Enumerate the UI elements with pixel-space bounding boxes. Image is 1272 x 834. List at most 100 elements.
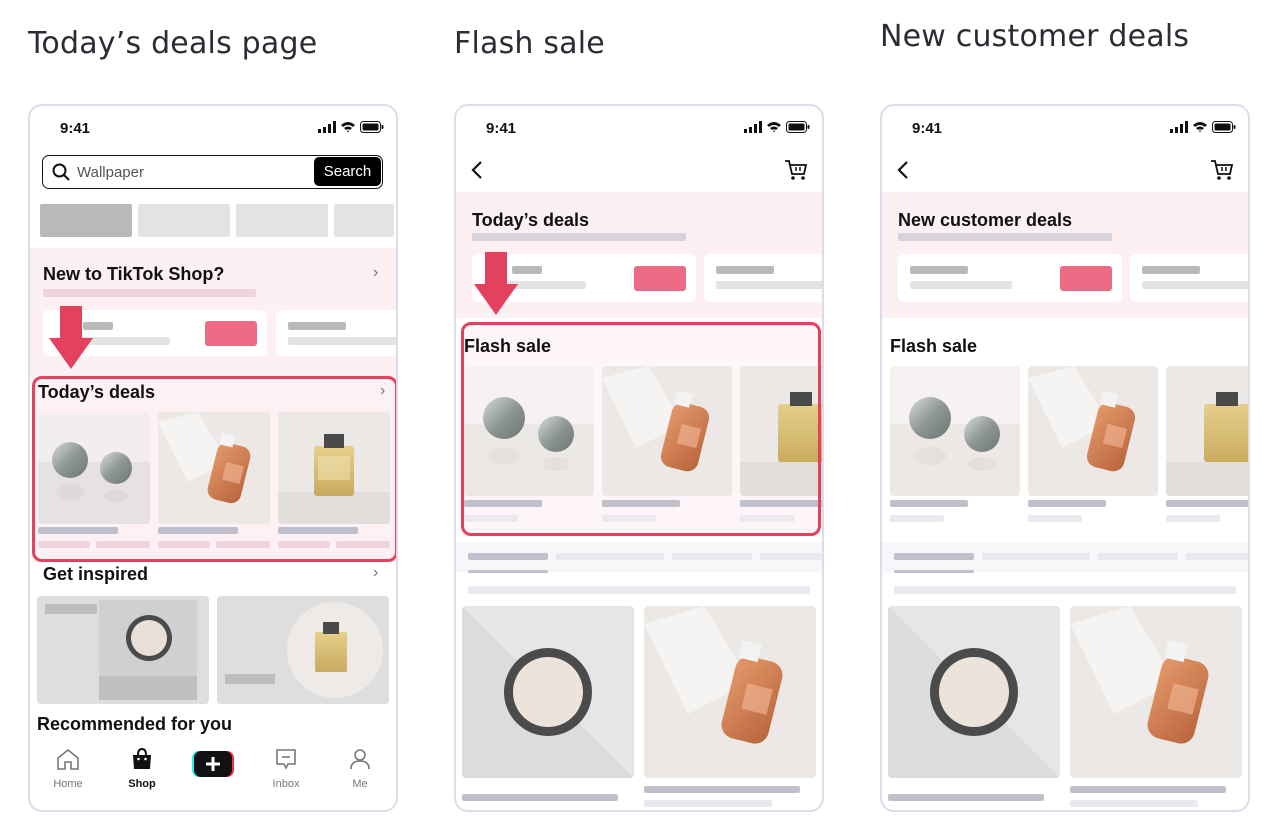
coupon-card[interactable] — [1130, 254, 1248, 302]
coupon-text-placeholder — [716, 266, 774, 274]
tab[interactable] — [1186, 553, 1248, 560]
search-bar[interactable]: Wallpaper Search — [42, 155, 383, 189]
create-button[interactable] — [183, 749, 243, 784]
tab[interactable] — [672, 553, 752, 560]
nav-shop-label: Shop — [128, 778, 156, 790]
get-inspired-title: Get inspired — [43, 564, 149, 584]
coupon-text-placeholder — [1142, 266, 1200, 274]
tab[interactable] — [556, 553, 664, 560]
battery-icon — [786, 121, 810, 133]
bottom-nav: Home Shop Inbox Me — [30, 740, 396, 810]
claim-button[interactable] — [634, 266, 686, 291]
cart-icon[interactable] — [1210, 158, 1234, 182]
nav-shop[interactable]: Shop — [112, 747, 172, 790]
coupon-card[interactable] — [276, 310, 396, 356]
product-name-placeholder — [1028, 500, 1106, 507]
chevron-right-icon[interactable]: › — [373, 264, 378, 282]
column-title-new-customer-deals: New customer deals — [880, 19, 1190, 54]
status-bar: 9:41 — [456, 118, 822, 138]
product-image-bottle[interactable] — [1028, 366, 1158, 496]
filter-placeholder — [894, 586, 1236, 594]
tab[interactable] — [982, 553, 1090, 560]
status-bar: 9:41 — [882, 118, 1248, 138]
claim-button[interactable] — [1060, 266, 1112, 291]
battery-icon — [1212, 121, 1236, 133]
tab[interactable] — [1098, 553, 1178, 560]
product-image-bottle[interactable] — [1070, 606, 1242, 778]
subtitle-placeholder — [43, 289, 256, 297]
category-chip[interactable] — [236, 204, 328, 237]
signal-icon — [318, 121, 336, 133]
coupon-text-placeholder — [910, 266, 968, 274]
product-name-placeholder — [1166, 500, 1248, 507]
coupon-text-placeholder — [288, 322, 346, 330]
category-chip[interactable] — [40, 204, 132, 237]
inspiration-card[interactable] — [217, 596, 389, 704]
product-name-placeholder — [462, 794, 618, 801]
status-time: 9:41 — [912, 120, 943, 137]
filter-placeholder — [468, 586, 810, 594]
search-button[interactable]: Search — [314, 157, 381, 186]
tab-underline — [894, 570, 974, 573]
claim-button[interactable] — [205, 321, 257, 346]
shopping-bag-icon — [133, 747, 151, 769]
tab[interactable] — [760, 553, 822, 560]
coupon-card[interactable] — [898, 254, 1122, 302]
product-name-placeholder — [644, 786, 800, 793]
phone-new-customer-deals: 9:41 New customer deals Flash sale — [880, 104, 1250, 812]
product-name-placeholder — [890, 500, 968, 507]
coupon-card[interactable] — [704, 254, 822, 302]
phone-flash-sale: 9:41 Today’s deals Flash sale — [454, 104, 824, 812]
status-icons — [744, 121, 810, 133]
status-bar: 9:41 — [30, 118, 396, 138]
coupon-text-placeholder — [288, 337, 396, 345]
wifi-icon — [767, 122, 781, 133]
recommended-title: Recommended for you — [37, 714, 233, 734]
subtitle-placeholder — [898, 233, 1112, 241]
product-image-bottle[interactable] — [644, 606, 816, 778]
cart-icon[interactable] — [784, 158, 808, 182]
back-arrow-icon[interactable] — [470, 160, 484, 180]
page-title: Today’s deals — [472, 210, 590, 230]
page-title: New customer deals — [898, 210, 1073, 230]
wifi-icon — [1193, 122, 1207, 133]
nav-inbox[interactable]: Inbox — [256, 748, 316, 790]
signal-icon — [744, 121, 762, 133]
nav-inbox-label: Inbox — [272, 778, 300, 790]
home-icon — [57, 748, 79, 770]
tab-active[interactable] — [468, 553, 548, 560]
tab-underline — [468, 570, 548, 573]
tab-active[interactable] — [894, 553, 974, 560]
price-placeholder — [644, 800, 772, 807]
wifi-icon — [341, 122, 355, 133]
status-icons — [1170, 121, 1236, 133]
arrow-down-icon — [474, 252, 518, 315]
category-chip[interactable] — [138, 204, 230, 237]
product-image-mirror[interactable] — [462, 606, 634, 778]
coupon-text-placeholder — [910, 281, 1012, 289]
search-input[interactable]: Wallpaper — [77, 164, 144, 181]
product-image-mirror[interactable] — [888, 606, 1060, 778]
phone-todays-deals-page: 9:41 Wallpaper Search New to TikTok Shop… — [28, 104, 398, 812]
status-time: 9:41 — [60, 120, 91, 137]
coupon-text-placeholder — [716, 281, 822, 289]
coupon-text-placeholder — [1142, 281, 1248, 289]
product-image-balls[interactable] — [890, 366, 1020, 496]
nav-me[interactable]: Me — [330, 748, 390, 790]
battery-icon — [360, 121, 384, 133]
inspiration-card[interactable] — [37, 596, 209, 704]
flash-sale-title[interactable]: Flash sale — [890, 336, 977, 357]
highlight-box — [32, 376, 396, 562]
product-image-perfume[interactable] — [1166, 366, 1248, 496]
plus-icon — [192, 751, 234, 777]
highlight-box — [461, 322, 821, 536]
category-chip[interactable] — [334, 204, 394, 237]
back-arrow-icon[interactable] — [896, 160, 910, 180]
column-title-flash-sale: Flash sale — [454, 26, 605, 61]
new-to-shop-title: New to TikTok Shop? — [43, 264, 225, 284]
arrow-down-icon — [49, 306, 93, 369]
nav-me-label: Me — [352, 778, 368, 790]
subtitle-placeholder — [472, 233, 686, 241]
nav-home[interactable]: Home — [38, 748, 98, 790]
chevron-right-icon[interactable]: › — [373, 564, 378, 582]
